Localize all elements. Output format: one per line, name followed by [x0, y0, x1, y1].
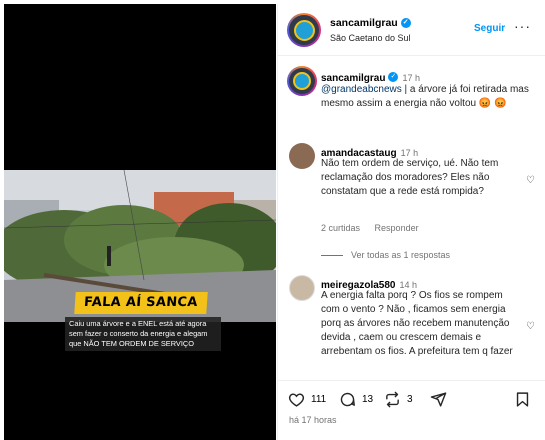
like-count: 111 [311, 394, 327, 405]
instagram-post-modal: FALA AÍ SANCA Caiu uma árvore e a ENEL e… [0, 0, 545, 440]
angry-emoji: 😡 😡 [478, 98, 507, 109]
more-options-icon[interactable]: ··· [514, 18, 531, 34]
view-replies-label: Ver todas as 1 respostas [351, 250, 451, 260]
comment-likes[interactable]: 2 curtidas [321, 223, 360, 233]
repost-count: 3 [407, 394, 413, 405]
repost-icon [386, 391, 399, 408]
mention-link[interactable]: @grandeabcnews [321, 84, 402, 95]
send-icon [430, 392, 447, 407]
save-button[interactable] [514, 391, 531, 408]
comment-text: Não tem ordem de serviço, ué. Não tem re… [321, 158, 499, 197]
post-side-panel: sancamilgrau ✓ São Caetano do Sul Seguir … [277, 4, 545, 440]
caption-text: @grandeabcnews | a árvore já foi retirad… [321, 83, 536, 111]
comment-icon [340, 392, 355, 407]
commenter-avatar[interactable] [289, 143, 315, 169]
media-caption: Caiu uma árvore e a ENEL está até agora … [65, 317, 221, 351]
repost-button[interactable]: 3 [384, 391, 413, 408]
follow-button[interactable]: Seguir [474, 23, 505, 34]
comment-button[interactable]: 13 [339, 391, 373, 408]
comment-time: 17 h [402, 73, 421, 83]
bookmark-icon [516, 392, 529, 407]
post-location[interactable]: São Caetano do Sul [330, 33, 411, 43]
comment-like-heart-icon[interactable]: ♡ [526, 321, 535, 332]
reply-button[interactable]: Responder [375, 223, 419, 233]
comment-count: 13 [362, 394, 374, 405]
verified-badge-icon: ✓ [388, 71, 399, 82]
verified-badge-icon: ✓ [400, 18, 411, 29]
heart-icon [288, 393, 305, 407]
author-avatar[interactable] [289, 15, 319, 45]
post-media[interactable]: FALA AÍ SANCA Caiu uma árvore e a ENEL e… [4, 4, 276, 440]
post-timestamp[interactable]: há 17 horas [289, 415, 337, 425]
author-avatar[interactable] [289, 68, 315, 94]
commenter-avatar[interactable] [289, 275, 315, 301]
comment-text: A energia falta porq ? Os fios se rompem… [321, 290, 513, 357]
view-replies-button[interactable]: Ver todas as 1 respostas [321, 250, 450, 260]
replies-divider [321, 254, 343, 256]
like-button[interactable]: 111 [288, 391, 326, 408]
comment-like-heart-icon[interactable]: ♡ [526, 175, 535, 186]
post-header: sancamilgrau ✓ São Caetano do Sul Seguir … [278, 4, 545, 56]
media-headline: FALA AÍ SANCA [74, 292, 208, 314]
post-actions-bar: 111 13 3 há 17 horas [278, 380, 545, 440]
comments-list[interactable]: sancamilgrau ✓ 17 h @grandeabcnews | a árv… [278, 57, 545, 380]
author-username[interactable]: sancamilgrau [330, 17, 398, 29]
share-button[interactable] [430, 391, 447, 408]
